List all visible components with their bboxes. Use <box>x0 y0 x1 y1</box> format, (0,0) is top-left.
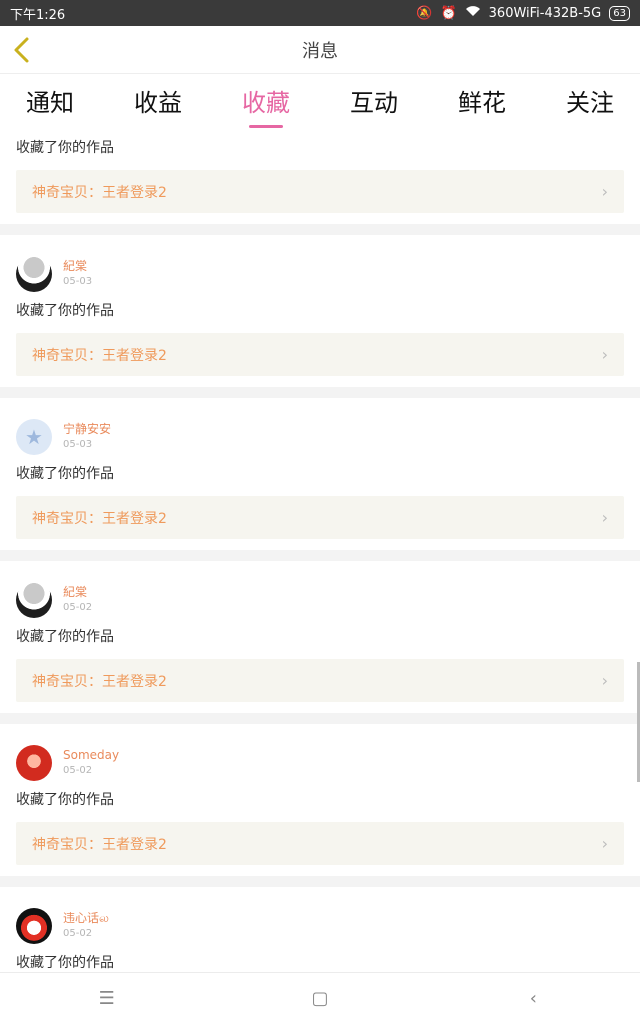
item-header: ★ 宁静安安 05-03 <box>16 398 624 464</box>
tab-earnings[interactable]: 收益 <box>132 77 184 128</box>
wifi-icon <box>465 5 481 21</box>
list-item: 收藏了你的作品 神奇宝贝：王者登录2 › <box>0 130 640 224</box>
item-header: 紀棠 05-02 <box>16 561 624 627</box>
user-name[interactable]: 宁静安安 <box>63 421 111 437</box>
action-text: 收藏了你的作品 <box>16 792 114 808</box>
user-name[interactable]: 违心话ல <box>63 910 109 926</box>
chevron-right-icon: › <box>601 671 608 690</box>
tab-follow[interactable]: 关注 <box>564 77 616 128</box>
back-icon[interactable]: ‹ <box>503 988 563 1009</box>
tab-notice[interactable]: 通知 <box>24 77 76 128</box>
work-link[interactable]: 神奇宝贝：王者登录2 › <box>16 496 624 539</box>
mute-bell-icon: 🔕 <box>416 5 433 21</box>
avatar[interactable]: ★ <box>16 419 52 455</box>
item-header: Someday 05-02 <box>16 724 624 790</box>
item-date: 05-02 <box>63 602 93 613</box>
action-text: 收藏了你的作品 <box>16 629 114 645</box>
action-text: 收藏了你的作品 <box>16 140 114 156</box>
user-name[interactable]: Someday <box>63 747 119 763</box>
home-icon[interactable]: ▢ <box>290 988 350 1009</box>
work-title: 神奇宝贝：王者登录2 <box>32 347 167 364</box>
item-date: 05-03 <box>63 439 93 450</box>
message-tabs: 通知 收益 收藏 互动 鲜花 关注 <box>0 74 640 130</box>
list-item: 违心话ல 05-02 收藏了你的作品 <box>0 887 640 972</box>
avatar[interactable] <box>16 582 52 618</box>
page-title: 消息 <box>302 40 338 62</box>
battery-level: 63 <box>609 5 630 21</box>
work-link[interactable]: 神奇宝贝：王者登录2 › <box>16 170 624 213</box>
work-title: 神奇宝贝：王者登录2 <box>32 673 167 690</box>
tab-favorites[interactable]: 收藏 <box>240 77 292 128</box>
action-text: 收藏了你的作品 <box>16 955 114 971</box>
user-info: 紀棠 05-02 <box>63 584 92 616</box>
item-date: 05-03 <box>63 276 93 287</box>
alarm-icon: ⏰ <box>440 5 457 21</box>
favorites-feed[interactable]: 收藏了你的作品 神奇宝贝：王者登录2 › 紀棠 05-03 收藏了你的作品 神奇… <box>0 130 640 972</box>
menu-icon[interactable]: ☰ <box>77 988 137 1009</box>
list-item: Someday 05-02 收藏了你的作品 神奇宝贝：王者登录2 › <box>0 724 640 876</box>
work-title: 神奇宝贝：王者登录2 <box>32 510 167 527</box>
user-info: 紀棠 05-03 <box>63 258 92 290</box>
chevron-right-icon: › <box>601 508 608 527</box>
list-item: 紀棠 05-02 收藏了你的作品 神奇宝贝：王者登录2 › <box>0 561 640 713</box>
chevron-right-icon: › <box>601 345 608 364</box>
chevron-right-icon: › <box>601 834 608 853</box>
network-name: 360WiFi-432B-5G <box>488 5 602 21</box>
status-right: 🔕 ⏰ 360WiFi-432B-5G 63 <box>416 5 630 21</box>
action-text: 收藏了你的作品 <box>16 466 114 482</box>
system-nav-bar: ☰ ▢ ‹ <box>0 972 640 1024</box>
chevron-left-icon[interactable] <box>10 36 34 64</box>
user-info: Someday 05-02 <box>63 747 119 779</box>
user-info: 违心话ல 05-02 <box>63 910 109 942</box>
avatar[interactable] <box>16 256 52 292</box>
work-link[interactable]: 神奇宝贝：王者登录2 › <box>16 659 624 702</box>
list-item: ★ 宁静安安 05-03 收藏了你的作品 神奇宝贝：王者登录2 › <box>0 398 640 550</box>
work-link[interactable]: 神奇宝贝：王者登录2 › <box>16 333 624 376</box>
item-date: 05-02 <box>63 765 93 776</box>
chevron-right-icon: › <box>601 182 608 201</box>
user-info: 宁静安安 05-03 <box>63 421 111 453</box>
page-header: 消息 <box>0 26 640 74</box>
action-text: 收藏了你的作品 <box>16 303 114 319</box>
avatar[interactable] <box>16 908 52 944</box>
item-header: 违心话ல 05-02 <box>16 887 624 953</box>
tab-flowers[interactable]: 鲜花 <box>456 77 508 128</box>
status-bar: 下午1:26 🔕 ⏰ 360WiFi-432B-5G 63 <box>0 0 640 26</box>
item-header: 紀棠 05-03 <box>16 235 624 301</box>
work-link[interactable]: 神奇宝贝：王者登录2 › <box>16 822 624 865</box>
user-name[interactable]: 紀棠 <box>63 584 92 600</box>
user-name[interactable]: 紀棠 <box>63 258 92 274</box>
work-title: 神奇宝贝：王者登录2 <box>32 184 167 201</box>
item-date: 05-02 <box>63 928 93 939</box>
list-item: 紀棠 05-03 收藏了你的作品 神奇宝贝：王者登录2 › <box>0 235 640 387</box>
tab-interaction[interactable]: 互动 <box>348 77 400 128</box>
avatar[interactable] <box>16 745 52 781</box>
status-time: 下午1:26 <box>10 7 66 23</box>
work-title: 神奇宝贝：王者登录2 <box>32 836 167 853</box>
